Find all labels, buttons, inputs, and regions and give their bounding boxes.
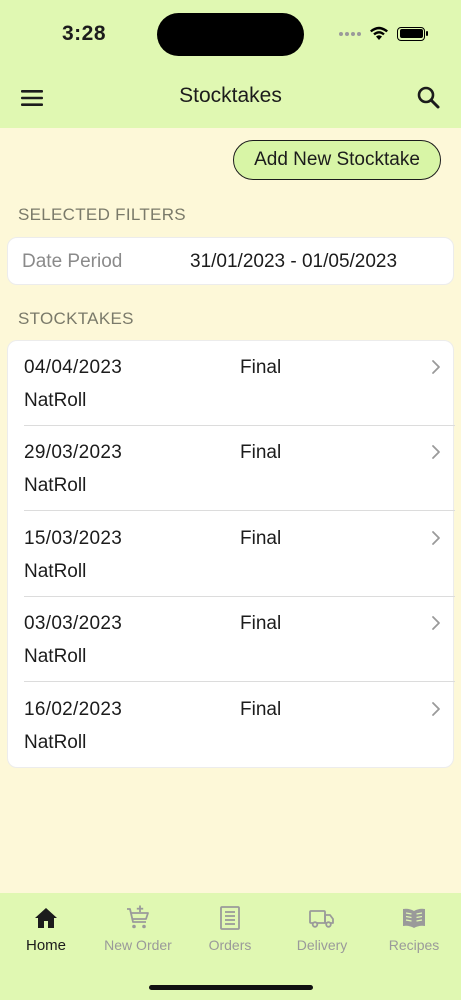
tab-orders[interactable]: Orders xyxy=(184,905,276,953)
stocktake-name: NatRoll xyxy=(24,646,87,667)
truck-icon xyxy=(309,910,334,928)
status-icons xyxy=(339,26,428,41)
row-divider xyxy=(24,510,455,511)
stocktakes-heading: STOCKTAKES xyxy=(18,309,134,328)
stocktake-row[interactable]: 16/02/2023 Final NatRoll xyxy=(8,683,455,768)
stocktake-name: NatRoll xyxy=(24,390,87,411)
stocktake-name: NatRoll xyxy=(24,475,87,496)
chevron-right-icon xyxy=(432,616,440,630)
stocktake-name: NatRoll xyxy=(24,561,87,582)
stocktake-row[interactable]: 03/03/2023 Final NatRoll xyxy=(8,597,455,682)
add-new-stocktake-button[interactable]: Add New Stocktake xyxy=(233,140,441,180)
search-icon xyxy=(417,86,440,109)
stocktake-name: NatRoll xyxy=(24,732,87,753)
tab-label: Home xyxy=(25,937,66,954)
dynamic-island xyxy=(157,13,304,56)
header: 3:28 Stocktakes xyxy=(0,0,461,128)
wifi-icon xyxy=(370,26,388,40)
tab-recipes[interactable]: Recipes xyxy=(368,905,460,953)
stocktake-row[interactable]: 04/04/2023 Final NatRoll xyxy=(8,341,455,426)
stocktake-date: 15/03/2023 xyxy=(24,528,123,549)
tab-home[interactable]: Home xyxy=(0,905,92,954)
stocktake-date: 29/03/2023 xyxy=(24,442,123,463)
stocktake-status: Final xyxy=(240,613,282,634)
tab-label: New Order xyxy=(104,937,172,953)
cart-add-icon xyxy=(127,905,149,929)
stocktake-status: Final xyxy=(240,357,282,378)
stocktake-row[interactable]: 15/03/2023 Final NatRoll xyxy=(8,512,455,597)
receipt-icon xyxy=(220,906,240,930)
row-divider xyxy=(24,681,455,682)
stocktake-date: 04/04/2023 xyxy=(24,357,123,378)
search-button[interactable] xyxy=(415,84,443,112)
stocktake-date: 16/02/2023 xyxy=(24,699,123,720)
chevron-right-icon xyxy=(432,702,440,716)
chevron-right-icon xyxy=(432,531,440,545)
tab-new-order[interactable]: New Order xyxy=(92,905,184,953)
home-icon xyxy=(35,908,57,928)
book-icon xyxy=(403,908,425,928)
selected-filters-heading: SELECTED FILTERS xyxy=(18,205,186,224)
signal-icon xyxy=(339,31,361,36)
tab-bar: Home New Order Orders Delivery Recipes xyxy=(0,893,461,1000)
tab-delivery[interactable]: Delivery xyxy=(276,905,368,953)
menu-button[interactable] xyxy=(20,86,46,110)
tab-label: Delivery xyxy=(296,937,348,953)
stocktake-status: Final xyxy=(240,442,282,463)
page-title: Stocktakes xyxy=(179,84,282,107)
stocktake-row[interactable]: 29/03/2023 Final NatRoll xyxy=(8,426,455,511)
date-period-value: 31/01/2023 - 01/05/2023 xyxy=(190,251,398,272)
stocktake-status: Final xyxy=(240,699,282,720)
battery-icon xyxy=(397,26,428,41)
stocktake-status: Final xyxy=(240,528,282,549)
hamburger-menu-icon xyxy=(21,90,43,106)
tab-label: Recipes xyxy=(388,937,440,953)
chevron-right-icon xyxy=(432,445,440,459)
tab-label: Orders xyxy=(208,937,252,953)
chevron-right-icon xyxy=(432,360,440,374)
stocktake-date: 03/03/2023 xyxy=(24,613,123,634)
home-indicator xyxy=(149,985,313,990)
date-period-label: Date Period xyxy=(22,251,123,272)
status-time: 3:28 xyxy=(62,22,107,45)
date-period-filter[interactable]: Date Period 31/01/2023 - 01/05/2023 xyxy=(7,237,454,285)
stocktake-list: 04/04/2023 Final NatRoll 29/03/2023 Fina… xyxy=(7,340,455,768)
